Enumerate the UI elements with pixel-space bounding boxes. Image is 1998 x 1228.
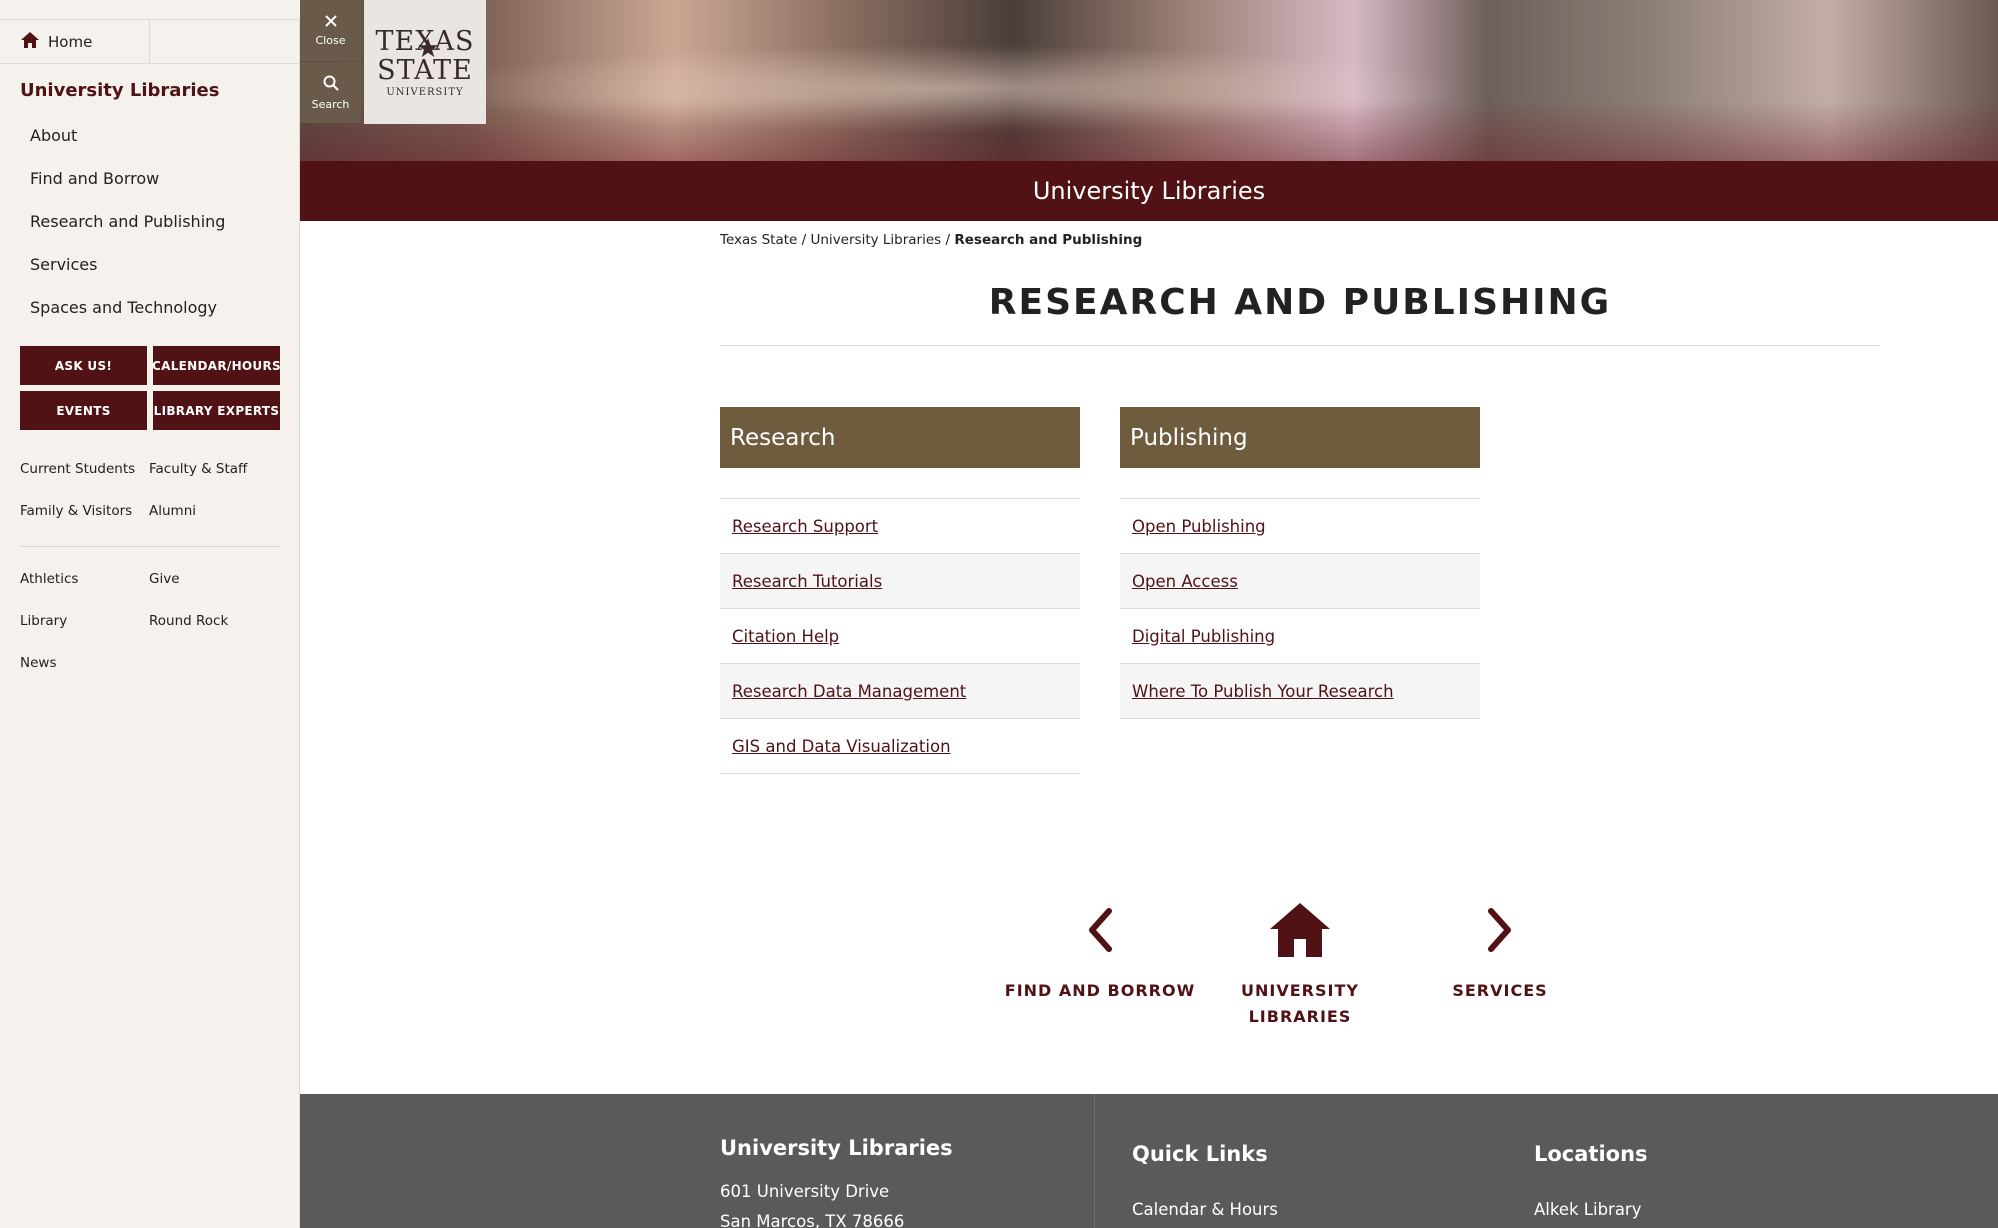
- breadcrumb-university-libraries[interactable]: University Libraries: [811, 232, 942, 248]
- sidebar-item-services[interactable]: Services: [30, 251, 225, 294]
- link-current-students[interactable]: Current Students: [20, 458, 149, 480]
- footer-title: University Libraries: [720, 1136, 953, 1160]
- events-button[interactable]: EVENTS: [20, 391, 147, 430]
- audience-links: Current Students Faculty & Staff Family …: [20, 458, 280, 522]
- search-label: Search: [311, 97, 350, 111]
- link-open-access[interactable]: Open Access: [1120, 554, 1480, 609]
- publishing-link-list: Open Publishing Open Access Digital Publ…: [1120, 498, 1480, 719]
- link-digital-publishing[interactable]: Digital Publishing: [1120, 609, 1480, 664]
- close-label: Close: [315, 33, 346, 47]
- next-page-label: SERVICES: [1452, 981, 1548, 1000]
- research-link-list: Research Support Research Tutorials Cita…: [720, 498, 1080, 774]
- footer-address-line1: 601 University Drive: [720, 1182, 890, 1201]
- home-icon: [1200, 900, 1400, 960]
- link-where-to-publish[interactable]: Where To Publish Your Research: [1120, 664, 1480, 719]
- quick-links-heading: Quick Links: [1132, 1142, 1268, 1166]
- link-round-rock[interactable]: Round Rock: [149, 610, 278, 632]
- link-give[interactable]: Give: [149, 568, 278, 590]
- breadcrumb-separator: /: [801, 232, 807, 248]
- breadcrumb-separator: /: [945, 232, 951, 248]
- link-faculty-staff[interactable]: Faculty & Staff: [149, 458, 278, 480]
- sidebar-item-spaces-and-technology[interactable]: Spaces and Technology: [30, 294, 225, 337]
- star-icon: [417, 37, 439, 65]
- research-card: Research Research Support Research Tutor…: [720, 407, 1080, 774]
- site-footer: University Libraries 601 University Driv…: [300, 1094, 1998, 1228]
- locations-heading: Locations: [1534, 1142, 1648, 1166]
- breadcrumb-current: Research and Publishing: [954, 232, 1143, 248]
- footer-address-line2: San Marcos, TX 78666: [720, 1212, 905, 1228]
- link-news[interactable]: News: [20, 652, 149, 674]
- link-athletics[interactable]: Athletics: [20, 568, 149, 590]
- sidebar-button-grid: ASK US! CALENDAR/HOURS EVENTS LIBRARY EX…: [20, 346, 281, 430]
- sidebar-top-strip: [0, 0, 300, 20]
- prev-page-link[interactable]: FIND AND BORROW: [1000, 900, 1200, 1004]
- calendar-hours-button[interactable]: CALENDAR/HOURS: [152, 346, 281, 385]
- sidebar-divider: [20, 546, 280, 547]
- home-link[interactable]: Home: [0, 20, 150, 64]
- hero-image: [300, 0, 1998, 161]
- chevron-left-icon: [1000, 900, 1200, 960]
- chevron-right-icon: [1400, 900, 1600, 960]
- ask-us-button[interactable]: ASK US!: [20, 346, 147, 385]
- search-button[interactable]: Search: [300, 62, 361, 123]
- sidebar-item-about[interactable]: About: [30, 122, 225, 165]
- home-icon: [20, 31, 48, 53]
- link-library[interactable]: Library: [20, 610, 149, 632]
- close-icon: [324, 14, 337, 34]
- footer-column-divider: [1094, 1094, 1095, 1228]
- publishing-card-title: Publishing: [1120, 407, 1480, 468]
- other-links: Athletics Give Library Round Rock News: [20, 568, 280, 674]
- link-research-data-management[interactable]: Research Data Management: [720, 664, 1080, 719]
- link-alumni[interactable]: Alumni: [149, 500, 278, 522]
- sidebar: Home University Libraries About Find and…: [0, 0, 300, 1228]
- footer-link-calendar-hours[interactable]: Calendar & Hours: [1132, 1200, 1278, 1219]
- prev-page-label: FIND AND BORROW: [1004, 981, 1196, 1000]
- sidebar-item-research-and-publishing[interactable]: Research and Publishing: [30, 208, 225, 251]
- close-button[interactable]: Close: [300, 0, 361, 61]
- banner-title[interactable]: University Libraries: [1033, 177, 1265, 205]
- publishing-card: Publishing Open Publishing Open Access D…: [1120, 407, 1480, 719]
- link-open-publishing[interactable]: Open Publishing: [1120, 499, 1480, 554]
- next-page-link[interactable]: SERVICES: [1400, 900, 1600, 1004]
- parent-page-label: UNIVERSITY LIBRARIES: [1241, 981, 1359, 1026]
- sidebar-item-find-and-borrow[interactable]: Find and Borrow: [30, 165, 225, 208]
- logo-line-state: STATE: [377, 37, 473, 85]
- university-logo[interactable]: TEXAS STATE UNIVERSITY: [364, 0, 486, 124]
- search-icon: [323, 75, 339, 98]
- link-family-visitors[interactable]: Family & Visitors: [20, 500, 149, 522]
- footer-link-alkek-library[interactable]: Alkek Library: [1534, 1200, 1641, 1219]
- breadcrumb-texas-state[interactable]: Texas State: [720, 232, 797, 248]
- link-research-tutorials[interactable]: Research Tutorials: [720, 554, 1080, 609]
- breadcrumb: Texas State / University Libraries / Res…: [720, 232, 1142, 248]
- library-experts-button[interactable]: LIBRARY EXPERTS: [153, 391, 280, 430]
- title-divider: [720, 345, 1880, 346]
- sidebar-home-row: Home: [0, 20, 300, 64]
- parent-page-link[interactable]: UNIVERSITY LIBRARIES: [1200, 900, 1400, 1030]
- page-title: RESEARCH AND PUBLISHING: [988, 282, 1612, 323]
- sidebar-nav: About Find and Borrow Research and Publi…: [30, 122, 225, 337]
- sidebar-title[interactable]: University Libraries: [20, 80, 219, 101]
- site-banner: University Libraries: [300, 161, 1998, 221]
- link-research-support[interactable]: Research Support: [720, 499, 1080, 554]
- home-link-label: Home: [48, 33, 93, 51]
- logo-line-university: UNIVERSITY: [386, 86, 464, 98]
- link-gis-data-visualization[interactable]: GIS and Data Visualization: [720, 719, 1080, 774]
- research-card-title: Research: [720, 407, 1080, 468]
- link-citation-help[interactable]: Citation Help: [720, 609, 1080, 664]
